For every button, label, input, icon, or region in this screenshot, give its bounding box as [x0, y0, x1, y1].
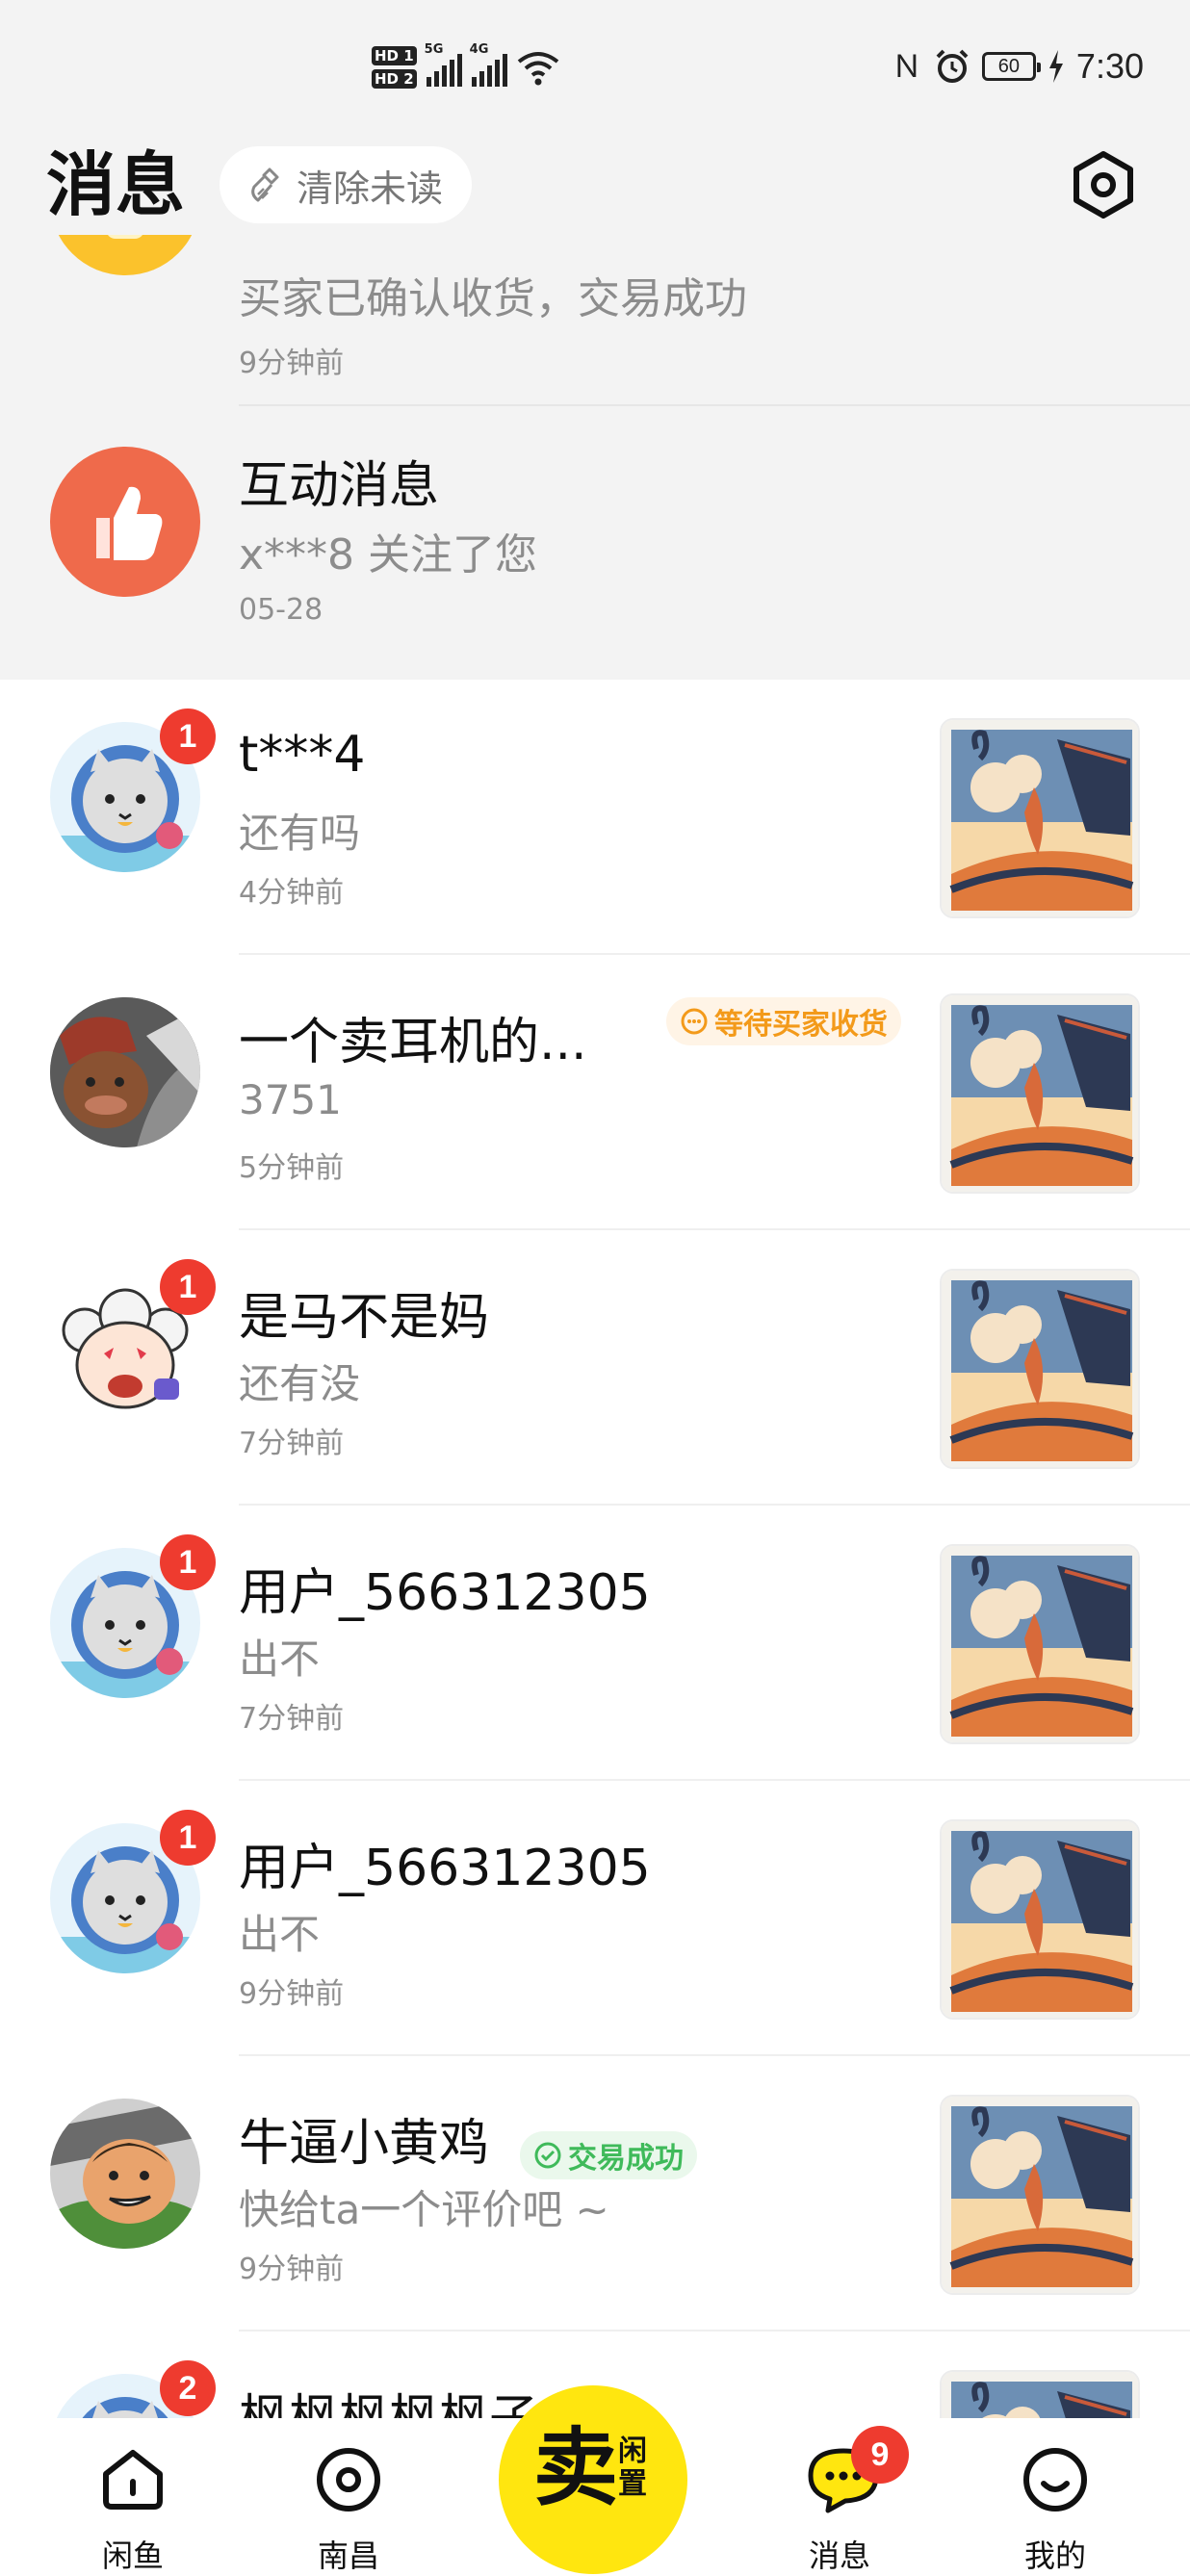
tab-profile[interactable]: 我的 — [959, 2418, 1151, 2576]
sell-button[interactable]: 卖 闲置 — [499, 2385, 687, 2574]
tab-home-label: 闲鱼 — [101, 2537, 164, 2574]
location-icon — [317, 2448, 380, 2512]
conversation-last-message: 还有吗 — [239, 810, 361, 857]
nfc-icon: Ｎ — [891, 48, 922, 85]
unread-badge: 1 — [160, 1259, 216, 1315]
hd2-indicator: HD 2 — [372, 69, 417, 89]
sell-button-label: 卖 — [533, 2418, 619, 2517]
conversation-name: t***4 — [239, 726, 366, 784]
header: 消息 清除未读 — [0, 135, 1190, 235]
page-title: 消息 — [46, 144, 186, 225]
conversation-row[interactable]: 1 用户_566312305 出不 7分钟前 — [0, 1506, 1190, 1781]
conversation-last-message: 还有没 — [239, 1360, 361, 1407]
conversation-name: 用户_566312305 — [239, 1564, 651, 1622]
conversation-row[interactable]: 牛逼小黄鸡快给ta一个评价吧 ~ 9分钟前 交易成功 — [0, 2056, 1190, 2331]
item-thumbnail[interactable] — [940, 718, 1140, 918]
network-indicators: HD 1 HD 2 5G 4G — [372, 39, 559, 96]
bell-icon — [108, 235, 142, 239]
conversation-time: 5分钟前 — [239, 1151, 345, 1185]
conversation-last-message: 快给ta一个评价吧 ~ — [239, 2186, 609, 2233]
clock: 7:30 — [1075, 46, 1144, 86]
trade-notice-message: 买家已确认收货，交易成功 — [239, 274, 747, 323]
conversation-time: 7分钟前 — [239, 1702, 345, 1736]
status-right: Ｎ 60 7:30 — [892, 42, 1144, 90]
trade-notice-row[interactable]: 买家已确认收货，交易成功 9分钟前 — [0, 235, 1190, 404]
tab-messages-label: 消息 — [808, 2537, 870, 2574]
clock-icon — [681, 1008, 708, 1035]
trade-notice-time: 9分钟前 — [239, 347, 345, 380]
settings-icon[interactable] — [1067, 148, 1140, 221]
unread-badge: 1 — [160, 1534, 216, 1590]
tab-home[interactable]: 闲鱼 — [37, 2418, 229, 2576]
trade-notice-avatar — [50, 235, 200, 275]
clear-unread-label: 清除未读 — [297, 167, 444, 210]
interaction-row[interactable]: 互动消息 x***8 关注了您 05-28 — [0, 406, 1190, 680]
conversation-last-message: 出不 — [239, 1636, 321, 1683]
interaction-time: 05-28 — [239, 593, 323, 627]
broom-icon — [251, 167, 279, 202]
home-icon — [103, 2450, 163, 2510]
hd1-indicator: HD 1 — [372, 46, 417, 65]
check-icon — [534, 2142, 561, 2169]
conversation-time: 9分钟前 — [239, 1977, 345, 2011]
interaction-avatar — [50, 447, 200, 597]
interaction-message: x***8 关注了您 — [239, 530, 538, 580]
signal-5g-icon: 5G — [425, 42, 462, 87]
unread-badge: 1 — [160, 1810, 216, 1866]
system-messages: 买家已确认收货，交易成功 9分钟前 互动消息 x***8 关注了您 05-28 — [0, 235, 1190, 680]
signal-4g-icon: 4G — [470, 42, 507, 87]
clear-unread-button[interactable]: 清除未读 — [220, 146, 472, 223]
item-thumbnail[interactable] — [940, 1544, 1140, 1744]
interaction-title: 互动消息 — [239, 457, 440, 515]
item-thumbnail[interactable] — [940, 2095, 1140, 2295]
charging-icon — [1048, 50, 1063, 83]
order-status-tag: 等待买家收货 — [666, 997, 901, 1045]
messages-badge: 9 — [851, 2426, 909, 2484]
item-thumbnail[interactable] — [940, 1819, 1140, 2020]
sell-button-sublabel: 闲置 — [618, 2434, 647, 2501]
conversation-name: 是马不是妈 — [239, 1289, 490, 1347]
conversation-row[interactable]: 1 是马不是妈还有没 7分钟前 — [0, 1230, 1190, 1506]
item-thumbnail[interactable] — [940, 993, 1140, 1194]
item-thumbnail[interactable] — [940, 1269, 1140, 1469]
conversation-row[interactable]: 1 用户_566312305 出不 9分钟前 — [0, 1781, 1190, 2056]
tab-messages[interactable]: 消息 — [743, 2418, 936, 2576]
smile-icon — [1023, 2448, 1087, 2512]
status-bar: HD 1 HD 2 5G 4G Ｎ 60 7:30 — [0, 0, 1190, 135]
conversation-name: 牛逼小黄鸡 — [239, 2115, 490, 2173]
thumbs-up-icon — [96, 486, 163, 560]
cartoon-avatar — [50, 2099, 200, 2249]
tab-city-label: 南昌 — [317, 2537, 379, 2574]
tab-profile-label: 我的 — [1023, 2537, 1086, 2574]
order-status-tag: 交易成功 — [520, 2131, 697, 2179]
conversation-last-message: 出不 — [239, 1911, 321, 1958]
conversation-name: 一个卖耳机的... — [239, 1014, 587, 1071]
unread-badge: 1 — [160, 708, 216, 764]
unread-badge: 2 — [160, 2360, 216, 2416]
conversation-last-message: 3751 — [239, 1076, 342, 1123]
photo-avatar — [50, 997, 200, 1147]
alarm-icon — [936, 49, 969, 83]
conversation-name: 用户_566312305 — [239, 1840, 651, 1897]
conversation-time: 7分钟前 — [239, 1427, 345, 1460]
conversation-row[interactable]: 1 t***4 还有吗 4分钟前 — [0, 680, 1190, 955]
tab-city[interactable]: 南昌 — [252, 2418, 445, 2576]
conversation-row[interactable]: 一个卖耳机的... 3751 5分钟前 等待买家收货 — [0, 955, 1190, 1230]
conversation-time: 4分钟前 — [239, 876, 345, 910]
wifi-icon — [517, 52, 558, 86]
conversation-time: 9分钟前 — [239, 2253, 345, 2286]
battery-icon: 60 — [981, 52, 1041, 81]
